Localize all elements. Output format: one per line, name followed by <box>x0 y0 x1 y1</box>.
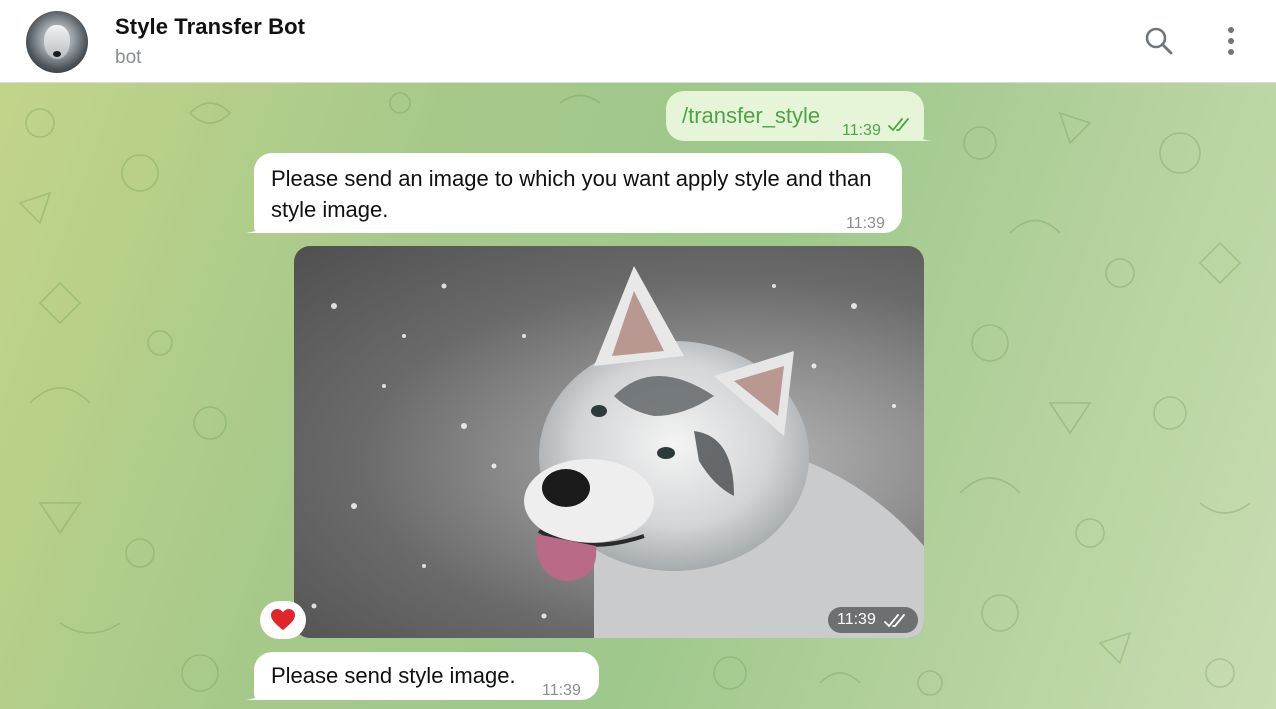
search-icon <box>1145 27 1173 55</box>
reaction-badge[interactable] <box>260 601 306 639</box>
chat-area[interactable]: /transfer_style 11:39 Please send an ima… <box>0 83 1276 709</box>
message-bubble-incoming[interactable]: Please send style image. 11:39 <box>254 652 599 700</box>
message-time: 11:39 <box>542 682 581 699</box>
message-time: 11:39 <box>842 122 881 139</box>
message-text: Please send an image to which you want a… <box>271 166 872 222</box>
message-time: 11:39 <box>846 215 885 232</box>
message-bubble-outgoing[interactable]: /transfer_style 11:39 <box>666 91 924 141</box>
more-vertical-icon <box>1228 27 1234 55</box>
double-check-icon <box>884 614 905 628</box>
avatar[interactable] <box>26 11 88 73</box>
search-button[interactable] <box>1142 24 1176 58</box>
bubble-tail <box>912 127 932 141</box>
message-time: 11:39 <box>837 611 876 628</box>
message-text: /transfer_style <box>682 103 821 128</box>
more-button[interactable] <box>1214 24 1248 58</box>
double-check-icon <box>888 118 909 132</box>
avatar-nose <box>53 51 61 57</box>
heart-icon <box>271 609 295 630</box>
chat-title[interactable]: Style Transfer Bot <box>115 14 305 40</box>
bubble-tail <box>246 686 266 700</box>
chat-subtitle: bot <box>115 47 142 68</box>
message-time-overlay: 11:39 <box>828 607 918 633</box>
message-bubble-incoming[interactable]: Please send an image to which you want a… <box>254 153 902 233</box>
chat-header: Style Transfer Bot bot <box>0 0 1276 83</box>
photo-message[interactable]: 11:39 <box>294 246 924 638</box>
bubble-tail <box>246 219 266 233</box>
message-text: Please send style image. <box>271 663 516 688</box>
husky-photo <box>311 266 924 638</box>
